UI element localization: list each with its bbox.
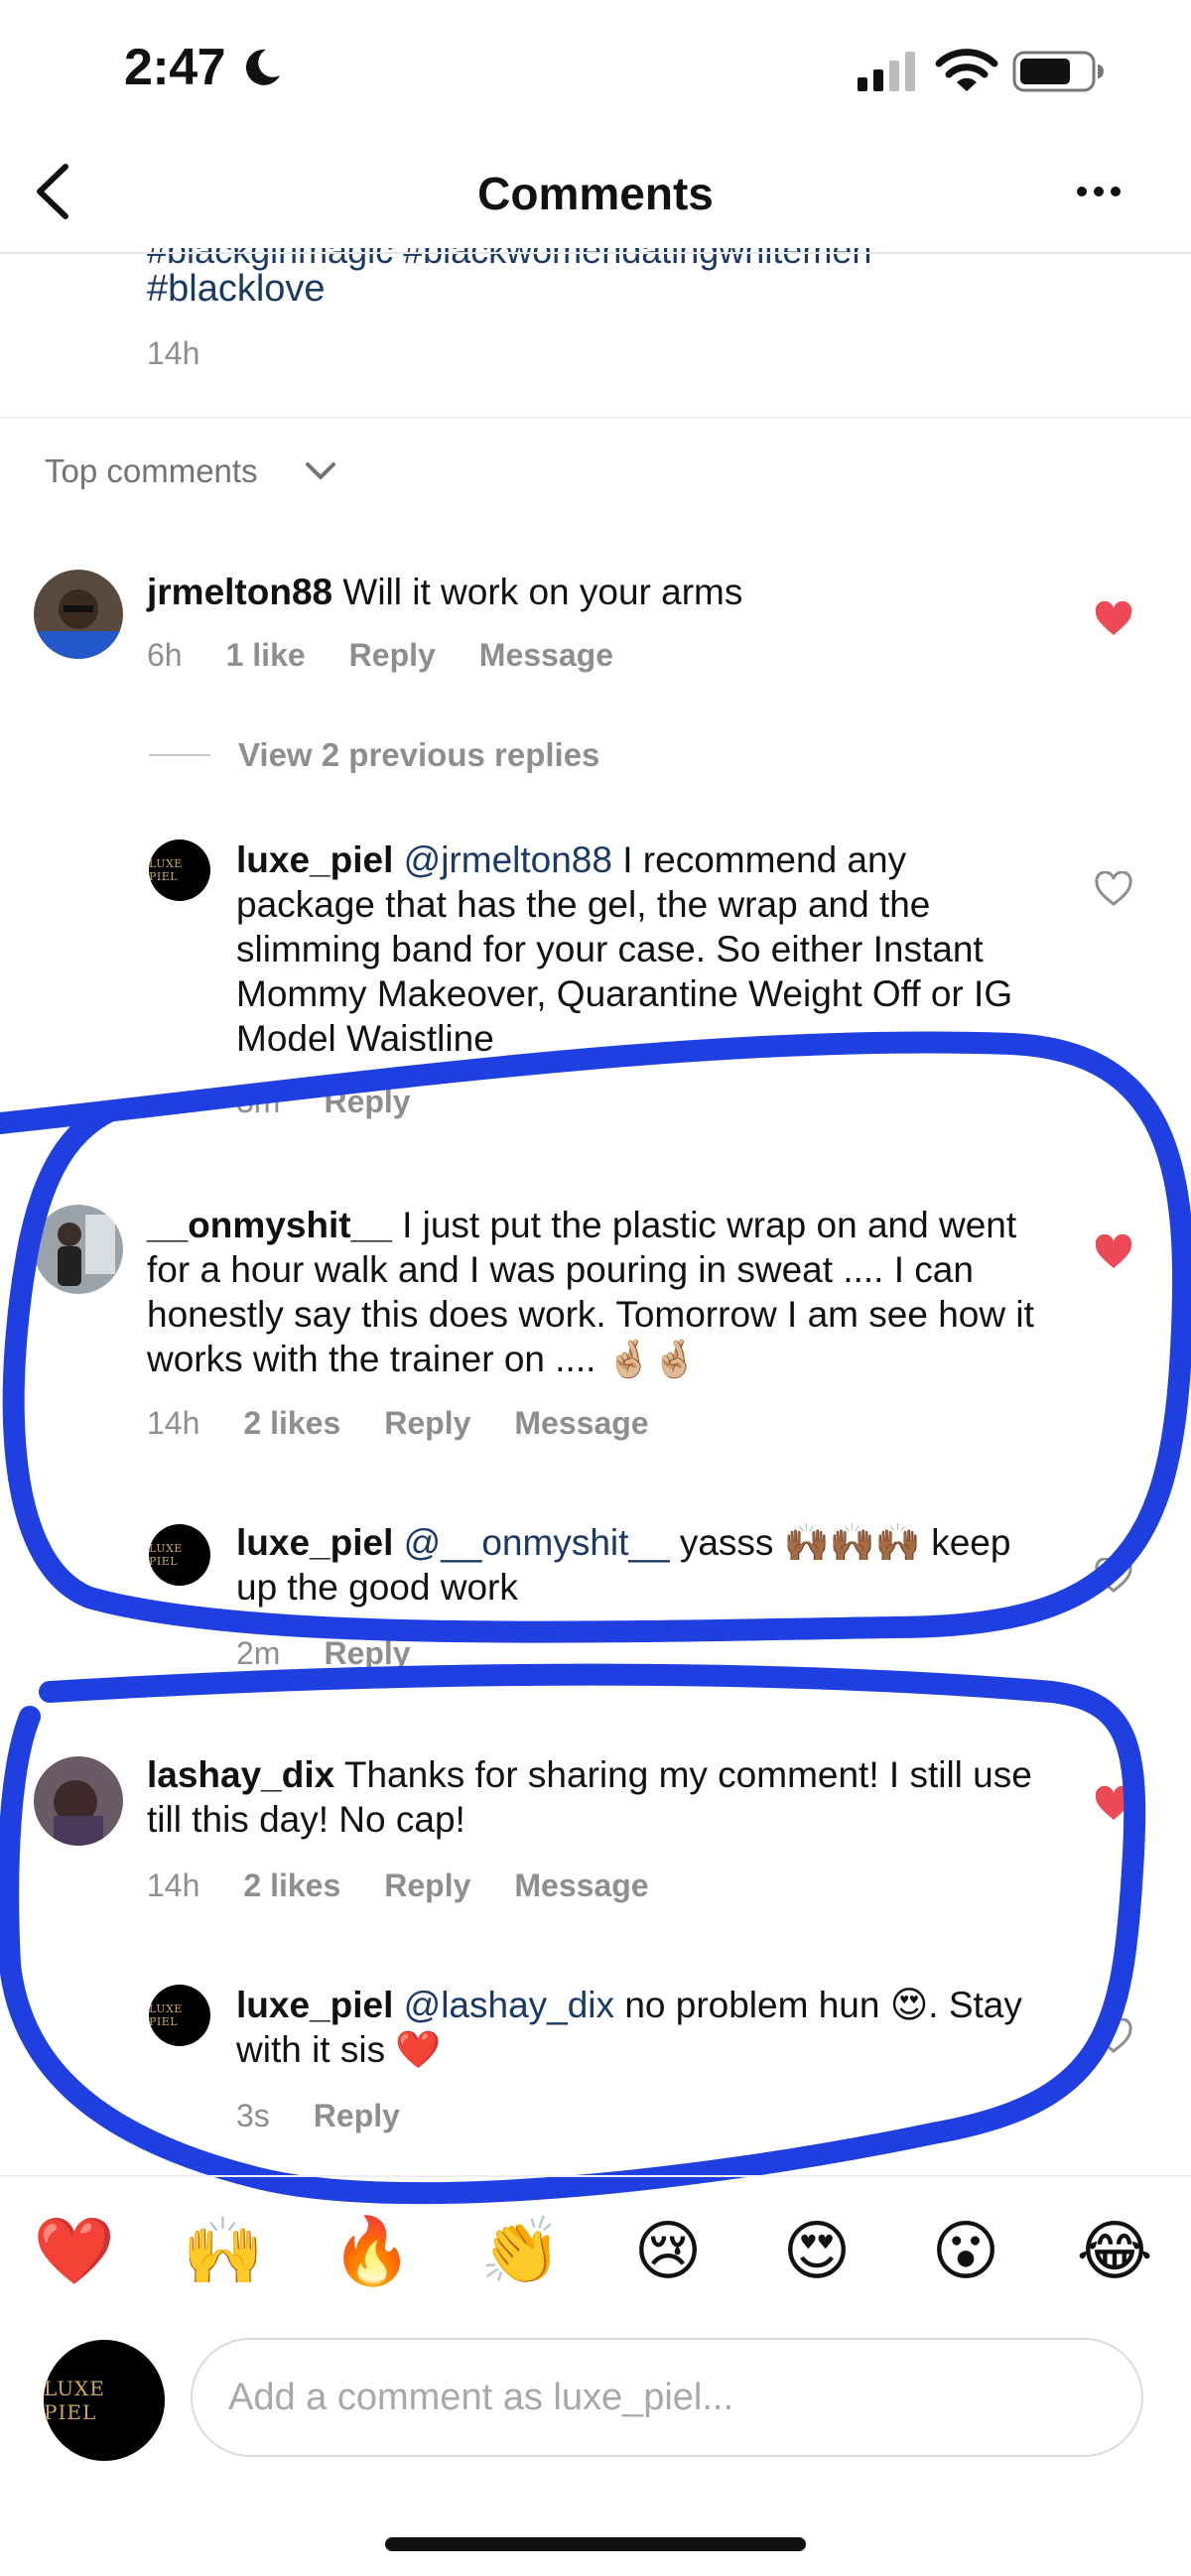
reply-body: luxe_piel @lashay_dix no problem hun 😍. … xyxy=(236,1983,1030,2072)
home-indicator[interactable] xyxy=(385,2537,806,2551)
reaction-surprised[interactable]: 😮 xyxy=(921,2211,1010,2290)
avatar[interactable]: LUXE PIEL xyxy=(149,1985,210,2046)
avatar[interactable]: LUXE PIEL xyxy=(149,1524,210,1586)
comment-meta: 6h 1 like Reply Message xyxy=(147,637,657,674)
page-title: Comments xyxy=(477,168,714,219)
comment-time: 14h xyxy=(147,1405,200,1441)
brand-logo-text: LUXE PIEL xyxy=(149,2002,183,2028)
avatar[interactable] xyxy=(34,570,123,659)
brand-logo-text: LUXE PIEL xyxy=(44,2377,105,2424)
header-divider xyxy=(0,252,1191,254)
comment-input[interactable]: Add a comment as luxe_piel... xyxy=(191,2338,1143,2457)
current-user-avatar: LUXE PIEL xyxy=(44,2340,165,2461)
reply-body: luxe_piel @__onmyshit__ yasss 🙌🏾🙌🏾🙌🏾 kee… xyxy=(236,1520,1030,1610)
comment-username[interactable]: jrmelton88 xyxy=(147,572,332,612)
more-options-icon[interactable] xyxy=(1074,177,1124,206)
reply-username[interactable]: luxe_piel xyxy=(236,839,393,880)
reaction-clap[interactable]: 👏 xyxy=(476,2211,566,2290)
moon-icon xyxy=(245,49,280,85)
comment-time: 14h xyxy=(147,1868,200,1903)
heart-outline-icon[interactable] xyxy=(1094,1558,1133,1594)
caption-timestamp: 14h xyxy=(147,335,200,371)
wifi-icon xyxy=(935,49,998,91)
heart-filled-icon[interactable] xyxy=(1094,601,1133,637)
reply-mention[interactable]: @__onmyshit__ xyxy=(404,1522,670,1563)
reply-button[interactable]: Reply xyxy=(324,1084,410,1119)
reaction-heart-eyes[interactable]: 😍 xyxy=(772,2211,861,2290)
reply-time: 3s xyxy=(236,2098,270,2133)
likes-count[interactable]: 1 like xyxy=(226,637,306,673)
reply-button[interactable]: Reply xyxy=(314,2098,400,2133)
heart-outline-icon[interactable] xyxy=(1094,871,1133,907)
likes-count[interactable]: 2 likes xyxy=(243,1405,340,1441)
avatar[interactable] xyxy=(34,1756,123,1846)
comment-body: lashay_dix Thanks for sharing my comment… xyxy=(147,1752,1040,1842)
comment-meta: 14h 2 likes Reply Message xyxy=(147,1868,693,1904)
comment-body: __onmyshit__ I just put the plastic wrap… xyxy=(147,1203,1040,1381)
reply-username[interactable]: luxe_piel xyxy=(236,1522,393,1563)
heart-filled-icon[interactable] xyxy=(1094,1234,1133,1270)
caption-hashtag[interactable]: #blacklove xyxy=(147,268,326,311)
reply-button[interactable]: Reply xyxy=(384,1868,470,1903)
status-time: 2:47 xyxy=(124,39,226,96)
likes-count[interactable]: 2 likes xyxy=(243,1868,340,1903)
avatar[interactable] xyxy=(34,1205,123,1294)
reaction-fire[interactable]: 🔥 xyxy=(328,2211,417,2290)
comment-username[interactable]: lashay_dix xyxy=(147,1754,334,1795)
reply-meta: 2m Reply xyxy=(236,1635,455,1672)
caption-hashtags-cut: #blackgirlmagic #blackwomendatingwhiteme… xyxy=(147,230,872,271)
brand-logo-text: LUXE PIEL xyxy=(149,1542,183,1568)
reply-meta: 3m Reply xyxy=(236,1084,455,1120)
comment-meta: 14h 2 likes Reply Message xyxy=(147,1405,693,1442)
comment-username[interactable]: __onmyshit__ xyxy=(147,1205,392,1245)
message-button[interactable]: Message xyxy=(514,1405,648,1441)
reply-button[interactable]: Reply xyxy=(324,1635,410,1671)
avatar[interactable]: LUXE PIEL xyxy=(149,839,210,901)
reaction-laughing[interactable]: 😂 xyxy=(1070,2211,1159,2290)
reaction-raised-hands[interactable]: 🙌 xyxy=(179,2211,268,2290)
heart-filled-icon[interactable] xyxy=(1094,1786,1133,1822)
reply-body: luxe_piel @jrmelton88 I recommend any pa… xyxy=(236,837,1030,1061)
divider-line xyxy=(149,754,210,756)
reaction-crying[interactable]: 😢 xyxy=(623,2211,713,2290)
comment-text: Will it work on your arms xyxy=(342,572,743,612)
reactions-divider xyxy=(0,2175,1191,2177)
reply-username[interactable]: luxe_piel xyxy=(236,1985,393,2025)
comment-body: jrmelton88 Will it work on your arms xyxy=(147,570,1040,614)
reply-time: 2m xyxy=(236,1635,281,1671)
reply-time: 3m xyxy=(236,1084,281,1119)
view-replies-button[interactable]: View 2 previous replies xyxy=(238,736,599,774)
reply-mention[interactable]: @lashay_dix xyxy=(404,1985,614,2025)
section-divider xyxy=(0,417,1191,419)
sort-dropdown-label[interactable]: Top comments xyxy=(45,452,258,490)
reaction-heart[interactable]: ❤️ xyxy=(30,2211,119,2290)
reply-meta: 3s Reply xyxy=(236,2098,444,2134)
reply-button[interactable]: Reply xyxy=(384,1405,470,1441)
cellular-signal-icon xyxy=(858,52,915,91)
reply-button[interactable]: Reply xyxy=(349,637,436,673)
chevron-down-icon[interactable] xyxy=(304,458,337,484)
heart-outline-icon[interactable] xyxy=(1094,2018,1133,2054)
comment-time: 6h xyxy=(147,637,183,673)
message-button[interactable]: Message xyxy=(514,1868,648,1903)
brand-logo-text: LUXE PIEL xyxy=(149,857,183,883)
message-button[interactable]: Message xyxy=(479,637,613,673)
battery-icon xyxy=(1012,51,1104,92)
reply-mention[interactable]: @jrmelton88 xyxy=(404,839,612,880)
